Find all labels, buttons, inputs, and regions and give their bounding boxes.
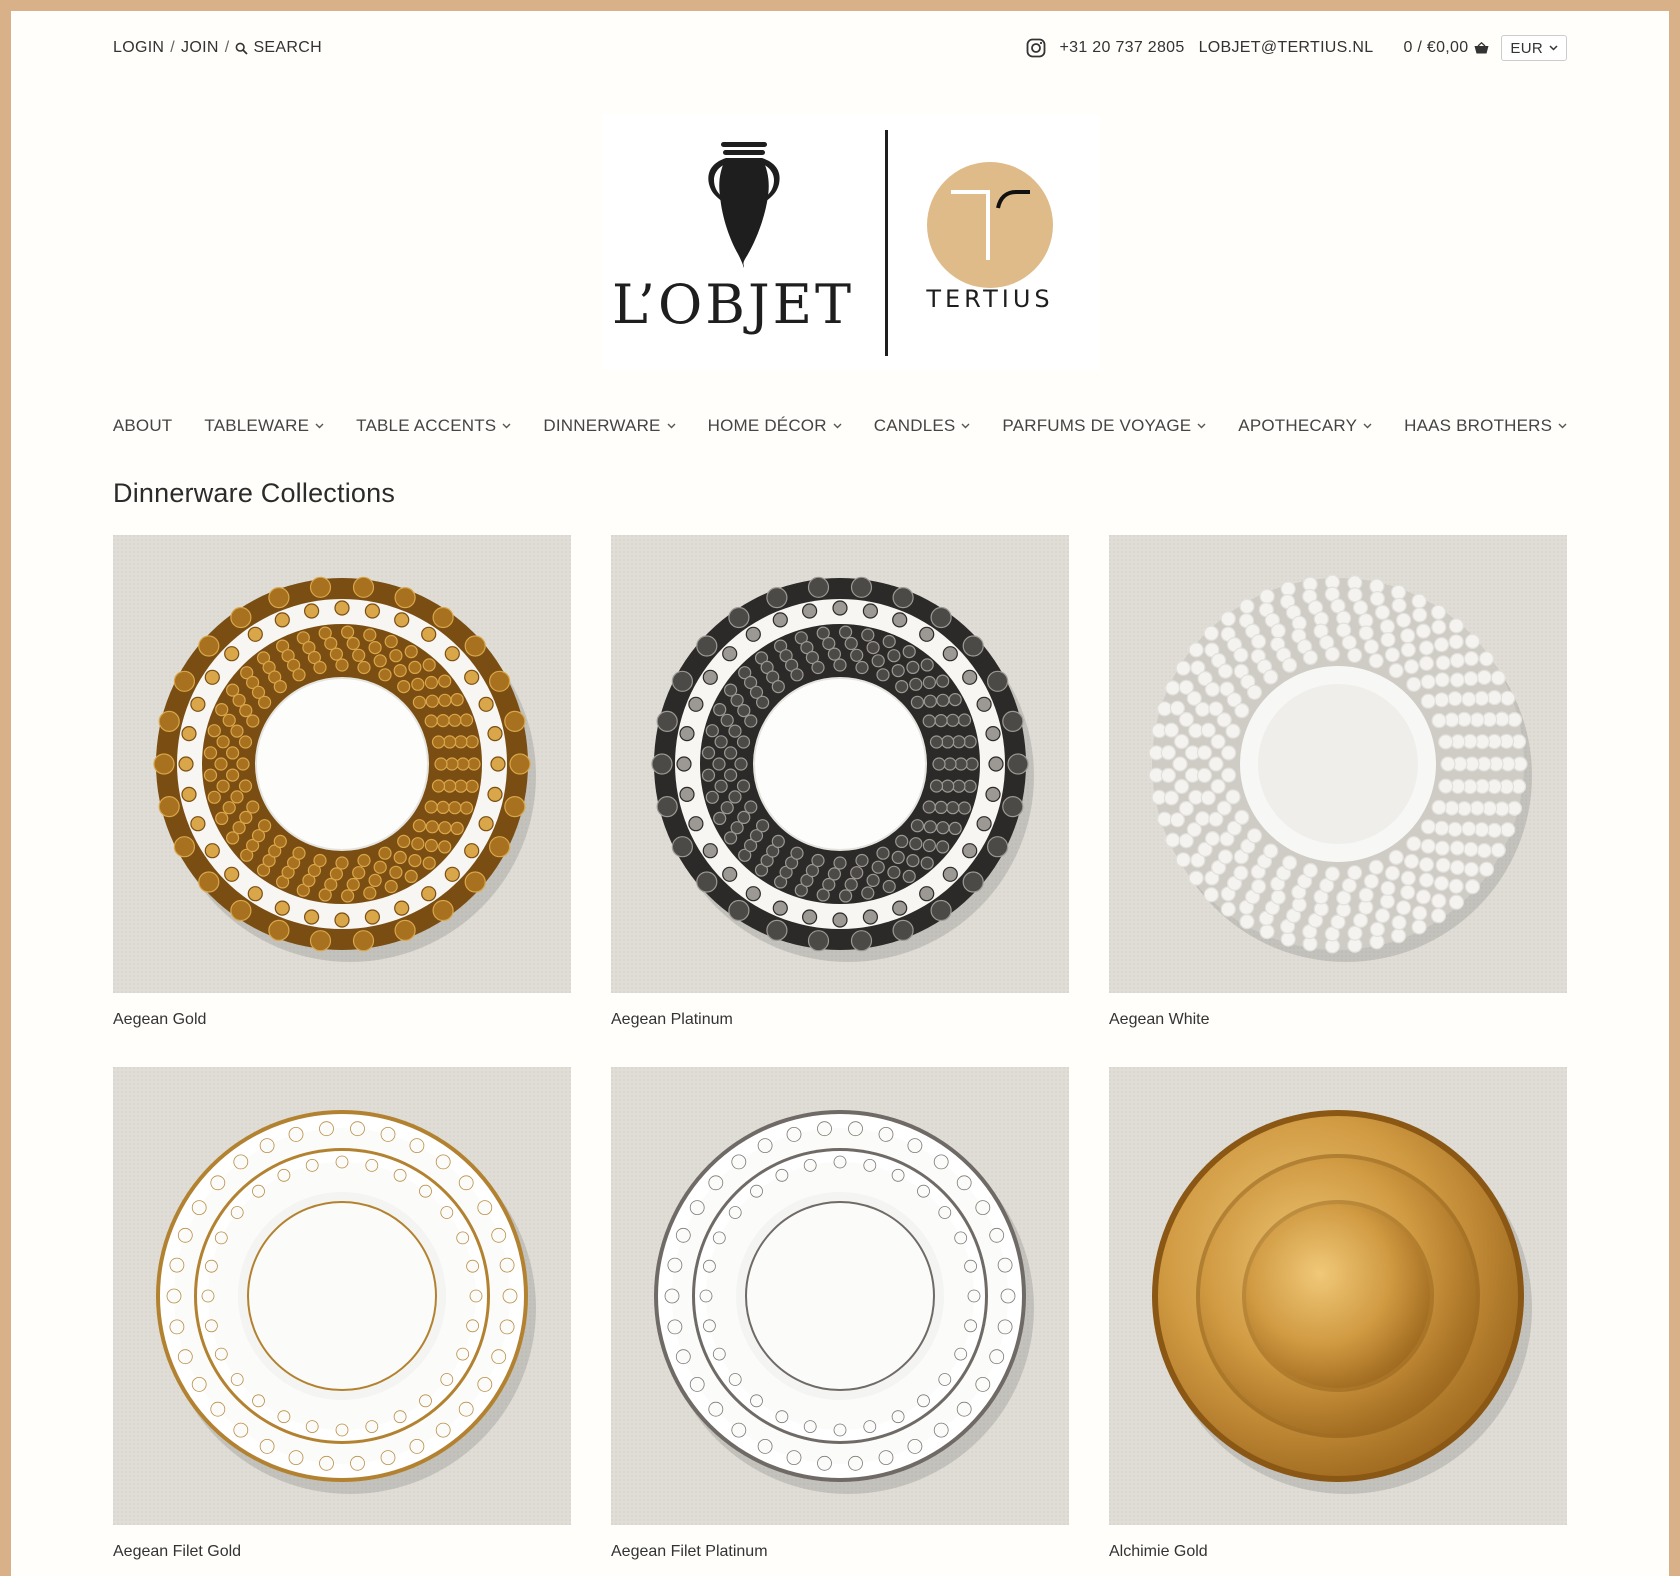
nav-item-apothecary[interactable]: APOTHECARY bbox=[1238, 416, 1372, 436]
cart-total: 0 / €0,00 bbox=[1403, 39, 1469, 56]
collection-card[interactable]: Aegean Gold bbox=[113, 535, 571, 1033]
collection-name[interactable]: Aegean Platinum bbox=[611, 1011, 1069, 1033]
collection-card[interactable]: Aegean Platinum bbox=[611, 535, 1069, 1033]
nav-item-label: TABLE ACCENTS bbox=[356, 416, 497, 435]
nav-item-table-accents[interactable]: TABLE ACCENTS bbox=[356, 416, 511, 436]
nav-item-label: TABLEWARE bbox=[204, 416, 310, 435]
chevron-down-icon bbox=[1363, 423, 1372, 429]
chevron-down-icon bbox=[833, 423, 842, 429]
nav-item-label: CANDLES bbox=[873, 416, 956, 435]
chevron-down-icon bbox=[502, 423, 511, 429]
collection-card[interactable]: Alchimie Gold bbox=[1109, 1067, 1567, 1565]
collection-name[interactable]: Aegean Gold bbox=[113, 1011, 571, 1033]
nav-item-home-d-cor[interactable]: HOME DÉCOR bbox=[708, 416, 842, 436]
main-nav: ABOUT TABLEWARE TABLE ACCENTS DINNERWARE HOM… bbox=[11, 416, 1669, 436]
product-image[interactable] bbox=[1109, 1067, 1567, 1525]
collection-card[interactable]: Aegean White bbox=[1109, 535, 1567, 1033]
logo-divider bbox=[885, 130, 888, 356]
nav-item-label: HOME DÉCOR bbox=[707, 416, 827, 435]
basket-icon bbox=[1474, 42, 1489, 54]
collection-card[interactable]: Aegean Filet Gold bbox=[113, 1067, 571, 1565]
amphora-icon bbox=[708, 142, 780, 268]
product-image[interactable] bbox=[1109, 535, 1567, 993]
account-links: LOGIN / JOIN / SEARCH bbox=[113, 39, 322, 57]
nav-item-label: APOTHECARY bbox=[1238, 416, 1358, 435]
cart-link[interactable]: 0 / €0,00 bbox=[1403, 39, 1489, 57]
contact-cart: +31 20 737 2805 LOBJET@TERTIUS.NL 0 / €0… bbox=[1026, 35, 1567, 61]
logo-brand-text: L’OBJET bbox=[612, 273, 854, 336]
nav-item-parfums-de-voyage[interactable]: PARFUMS DE VOYAGE bbox=[1002, 416, 1206, 436]
search-label: SEARCH bbox=[253, 39, 322, 56]
collection-name[interactable]: Alchimie Gold bbox=[1109, 1543, 1567, 1565]
nav-item-candles[interactable]: CANDLES bbox=[874, 416, 971, 436]
currency-value: EUR bbox=[1510, 39, 1543, 57]
search-icon bbox=[236, 42, 249, 55]
chevron-down-icon bbox=[667, 423, 676, 429]
nav-item-label: DINNERWARE bbox=[543, 416, 661, 435]
page: LOGIN / JOIN / SEARCH +31 20 737 2805 LO… bbox=[11, 11, 1669, 1576]
product-image[interactable] bbox=[611, 1067, 1069, 1525]
nav-item-haas-brothers[interactable]: HAAS BROTHERS bbox=[1404, 416, 1567, 436]
nav-item-label: HAAS BROTHERS bbox=[1404, 416, 1553, 435]
product-image[interactable] bbox=[113, 535, 571, 993]
top-bar: LOGIN / JOIN / SEARCH +31 20 737 2805 LO… bbox=[113, 33, 1567, 67]
chevron-down-icon bbox=[961, 423, 970, 429]
page-title: Dinnerware Collections bbox=[113, 478, 396, 508]
product-image[interactable] bbox=[113, 1067, 571, 1525]
collection-name[interactable]: Aegean White bbox=[1109, 1011, 1567, 1033]
nav-item-label: ABOUT bbox=[112, 416, 173, 435]
separator: / bbox=[170, 39, 176, 56]
nav-item-tableware[interactable]: TABLEWARE bbox=[204, 416, 324, 436]
collection-grid: Aegean Gold Aegean Platinum Aegean White bbox=[113, 535, 1567, 1565]
search-link[interactable]: SEARCH bbox=[235, 39, 322, 57]
chevron-down-icon bbox=[1549, 45, 1558, 51]
separator: / bbox=[224, 39, 230, 56]
login-link[interactable]: LOGIN bbox=[113, 39, 164, 57]
email-link[interactable]: LOBJET@TERTIUS.NL bbox=[1199, 39, 1374, 57]
instagram-icon[interactable] bbox=[1026, 38, 1046, 58]
currency-select[interactable]: EUR bbox=[1501, 35, 1567, 61]
nav-item-dinnerware[interactable]: DINNERWARE bbox=[543, 416, 676, 436]
site-logo[interactable]: L’OBJET TERTIUS bbox=[602, 114, 1100, 370]
join-link[interactable]: JOIN bbox=[181, 39, 219, 57]
chevron-down-icon bbox=[1197, 423, 1206, 429]
logo-partner-text: TERTIUS bbox=[925, 285, 1053, 313]
chevron-down-icon bbox=[1558, 423, 1567, 429]
nav-item-about[interactable]: ABOUT bbox=[113, 416, 173, 436]
collection-name[interactable]: Aegean Filet Platinum bbox=[611, 1543, 1069, 1565]
nav-item-label: PARFUMS DE VOYAGE bbox=[1002, 416, 1192, 435]
chevron-down-icon bbox=[315, 423, 324, 429]
product-image[interactable] bbox=[611, 535, 1069, 993]
phone-link[interactable]: +31 20 737 2805 bbox=[1060, 39, 1185, 57]
collection-name[interactable]: Aegean Filet Gold bbox=[113, 1543, 571, 1565]
collection-card[interactable]: Aegean Filet Platinum bbox=[611, 1067, 1069, 1565]
